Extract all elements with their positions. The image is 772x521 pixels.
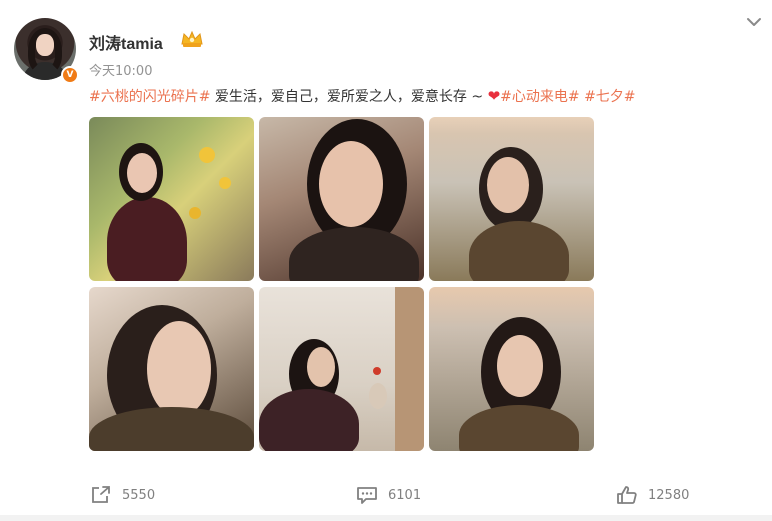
flower-shape xyxy=(219,177,231,189)
photo-3[interactable] xyxy=(429,117,594,281)
comment-icon xyxy=(357,487,377,504)
comment-button[interactable]: 6101 xyxy=(356,484,421,506)
action-bar: 5550 6101 12580 xyxy=(0,476,772,512)
figure-shape xyxy=(469,221,569,281)
crown-badge-icon[interactable] xyxy=(180,30,204,48)
like-count: 12580 xyxy=(648,487,690,503)
hashtag-link[interactable]: #七夕# xyxy=(584,89,635,105)
figure-face xyxy=(497,335,543,397)
thumbs-up-icon xyxy=(617,486,637,504)
weibo-post-card: V 刘涛tamia 今天10:00 #六桃的闪光碎片# 爱生活，爱自己，爱所爱之… xyxy=(0,0,772,521)
divider xyxy=(0,515,772,521)
chevron-down-icon[interactable] xyxy=(744,12,764,32)
share-icon xyxy=(92,486,110,503)
figure-shape xyxy=(107,197,187,281)
username[interactable]: 刘涛tamia xyxy=(89,30,163,54)
photo-5[interactable] xyxy=(259,287,424,451)
figure-face xyxy=(319,141,383,227)
photo-4[interactable] xyxy=(89,287,254,451)
figure-face xyxy=(307,347,335,387)
avatar-face xyxy=(36,34,54,56)
photo-1[interactable] xyxy=(89,117,254,281)
figure-shape xyxy=(89,407,254,451)
comment-count: 6101 xyxy=(388,487,422,503)
window-frame xyxy=(395,287,424,451)
hashtag-link[interactable]: #六桃的闪光碎片# xyxy=(89,89,210,105)
like-button[interactable]: 12580 xyxy=(616,484,689,506)
flower-shape xyxy=(373,367,381,375)
photo-6[interactable] xyxy=(429,287,594,451)
figure-shape xyxy=(259,389,359,451)
figure-face xyxy=(127,153,157,193)
photo-2[interactable] xyxy=(259,117,424,281)
figure-shape xyxy=(289,227,419,281)
vase-shape xyxy=(369,383,387,409)
share-count: 5550 xyxy=(122,487,156,503)
post-body-text: 爱生活，爱自己，爱所爱之人，爱意长存 ~ xyxy=(210,89,488,105)
post-text: #六桃的闪光碎片# 爱生活，爱自己，爱所爱之人，爱意长存 ~ ❤#心动来电# #… xyxy=(89,86,636,107)
verified-icon: V xyxy=(61,66,79,84)
heart-icon: ❤ xyxy=(487,87,501,105)
flower-shape xyxy=(189,207,201,219)
figure-face xyxy=(487,157,529,213)
flower-shape xyxy=(199,147,215,163)
image-gallery xyxy=(89,117,595,453)
figure-face xyxy=(147,321,211,417)
hashtag-link[interactable]: #心动来电# xyxy=(500,89,579,105)
figure-shape xyxy=(459,405,579,451)
share-button[interactable]: 5550 xyxy=(90,484,155,506)
timestamp[interactable]: 今天10:00 xyxy=(89,60,152,79)
